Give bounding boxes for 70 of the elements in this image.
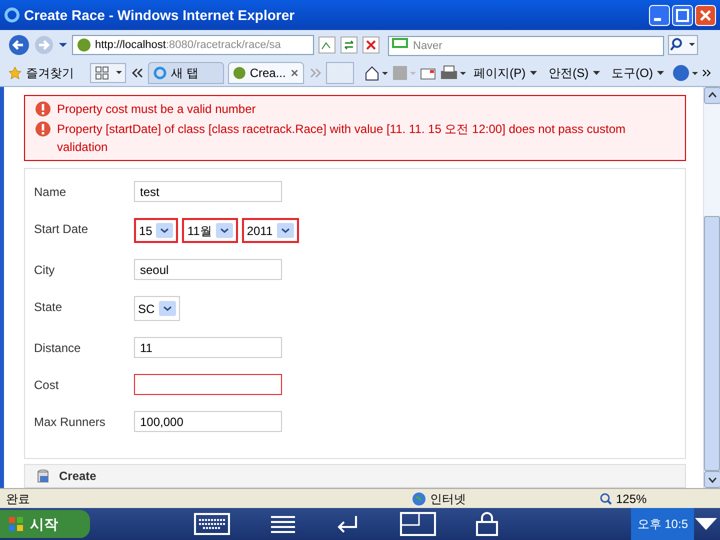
field-label: Start Date <box>34 221 90 238</box>
minimize-icon[interactable] <box>649 4 670 26</box>
maximize-icon[interactable] <box>672 4 693 26</box>
dropdown[interactable]: 2011 <box>242 218 299 243</box>
scroll-down-icon[interactable] <box>704 471 720 488</box>
lock-icon[interactable] <box>476 512 498 536</box>
database-icon[interactable] <box>35 468 51 484</box>
browser-tab[interactable]: Crea... <box>228 62 304 84</box>
chevron-down-icon[interactable] <box>158 301 176 316</box>
zoom-level[interactable]: 125% <box>616 490 647 508</box>
search-icon[interactable] <box>668 35 698 55</box>
field-label: Distance <box>34 340 82 357</box>
field-label: State <box>34 299 64 316</box>
clock: 오후 10:5 <box>637 516 688 533</box>
exclamation-icon[interactable] <box>35 101 51 117</box>
create-button[interactable]: Create <box>35 467 96 486</box>
field-label: City <box>34 262 56 279</box>
exclamation-icon[interactable] <box>35 121 51 137</box>
browser-tab[interactable]: 새 탭 <box>148 62 224 84</box>
globe-icon[interactable] <box>412 492 426 506</box>
command-menu[interactable]: 안전(S) <box>544 64 604 82</box>
caret-icon[interactable] <box>657 70 664 76</box>
printer-icon[interactable] <box>440 65 466 81</box>
window-title: Create Race - Windows Internet Explorer <box>24 6 296 25</box>
home-icon[interactable] <box>364 65 388 81</box>
back-icon[interactable] <box>8 34 30 56</box>
input-field[interactable] <box>134 374 282 395</box>
double-chevron-left-icon[interactable] <box>130 66 144 80</box>
chevron-down-icon[interactable] <box>156 223 174 238</box>
triangle-down-icon[interactable] <box>694 517 718 531</box>
input-field[interactable]: seoul <box>134 259 282 280</box>
input-field[interactable]: 11 <box>134 337 282 358</box>
star-icon[interactable] <box>8 66 22 80</box>
chevron-more-icon[interactable] <box>702 68 712 78</box>
refresh-icon[interactable] <box>340 36 358 54</box>
field-label: Max Runners <box>34 414 106 431</box>
favorites-button[interactable]: 즐겨찾기 <box>26 64 74 82</box>
command-menu[interactable]: 도구(O) <box>608 64 668 82</box>
input-field[interactable]: test <box>134 181 282 202</box>
start-button[interactable]: 시작 <box>0 510 90 538</box>
command-menu[interactable]: 페이지(P) <box>470 64 541 82</box>
dropdown[interactable]: 15 <box>134 218 178 243</box>
mail-icon[interactable] <box>420 66 436 80</box>
caret-icon[interactable] <box>530 70 537 76</box>
field-label: Name <box>34 184 68 201</box>
dropdown[interactable]: SC <box>134 296 180 321</box>
dropdown-icon[interactable] <box>58 41 68 49</box>
window-icon[interactable] <box>400 512 436 536</box>
rectangle-icon[interactable] <box>392 38 408 48</box>
windows-flag-icon[interactable] <box>8 516 24 532</box>
chevron-down-icon[interactable] <box>276 223 294 238</box>
chevron-down-icon[interactable] <box>216 223 233 238</box>
field-label: Cost <box>34 377 60 394</box>
stop-icon[interactable] <box>362 36 380 54</box>
address-field[interactable]: http://localhost:8080/racetrack/race/sa <box>72 35 314 55</box>
keyboard-icon[interactable] <box>194 513 230 535</box>
caret-icon[interactable] <box>592 70 600 76</box>
zone-text: 인터넷 <box>430 490 467 508</box>
close-icon[interactable] <box>290 68 299 78</box>
scroll-up-icon[interactable] <box>704 87 720 104</box>
error-message: Property cost must be a valid number <box>57 101 256 118</box>
search-field[interactable]: Naver <box>388 36 664 56</box>
input-field[interactable]: 100,000 <box>134 411 282 432</box>
quick-tabs-icon[interactable] <box>90 63 126 83</box>
zoom-icon[interactable] <box>600 492 612 504</box>
status-text: 완료 <box>6 490 31 508</box>
error-message: Property [startDate] of class [class racetrack.Race] with value [11. 11. 15 오전 12:00] does not pass custom validation <box>57 121 626 156</box>
dropdown[interactable]: 11월 <box>182 218 238 243</box>
list-icon[interactable] <box>270 515 296 533</box>
enter-key-icon[interactable] <box>336 515 360 533</box>
